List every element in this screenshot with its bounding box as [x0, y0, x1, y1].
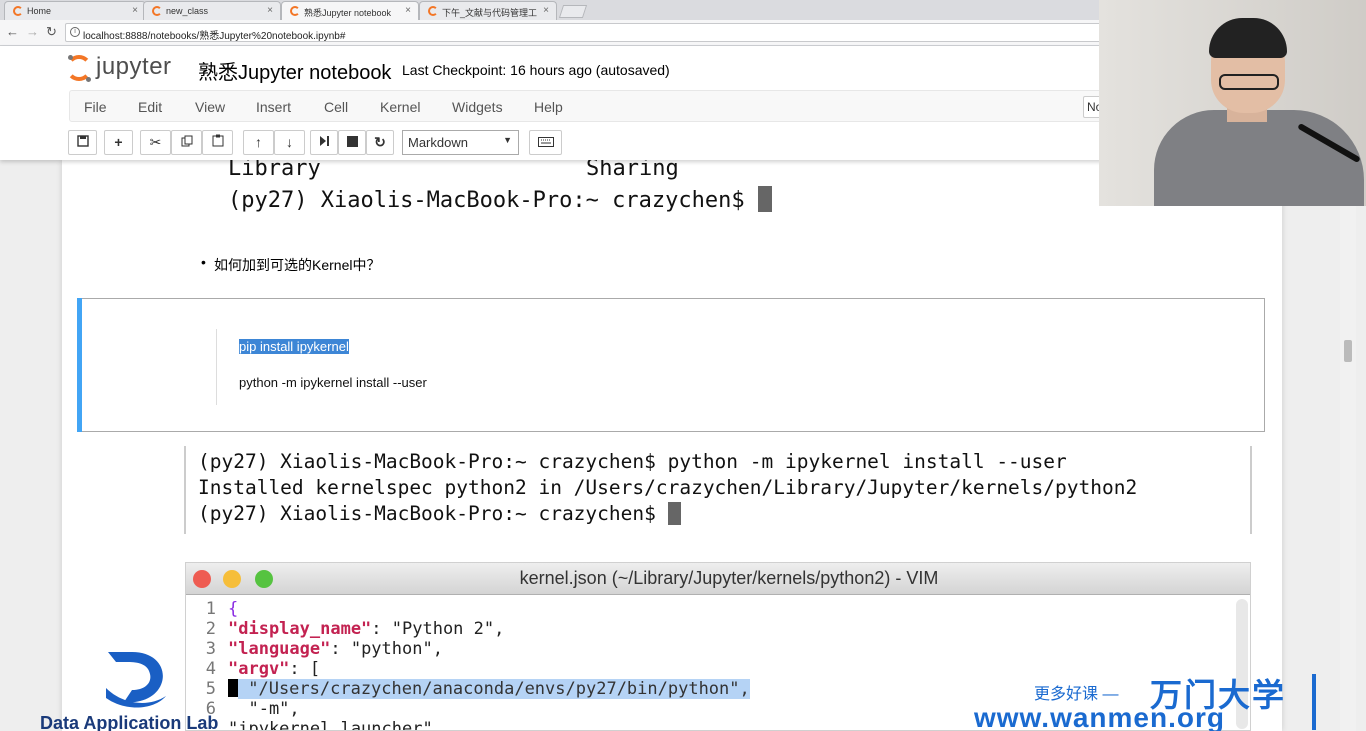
logo-dot: [68, 55, 73, 60]
copy-icon[interactable]: [171, 130, 202, 155]
wanmen-slogan: 更多好课 —: [1034, 686, 1119, 703]
menu-cell[interactable]: Cell: [324, 99, 348, 115]
logo-dot: [86, 77, 91, 82]
vim-window-title: kernel.json (~/Library/Jupyter/kernels/p…: [519, 568, 939, 588]
menu-file[interactable]: File: [84, 99, 107, 115]
plus-icon[interactable]: +: [104, 130, 133, 155]
stop-icon[interactable]: [338, 130, 366, 155]
presenter-torso: [1154, 110, 1364, 206]
tab-literature[interactable]: 下午_文献与代码管理工 ×: [419, 1, 557, 20]
json-key: "display_name": [228, 619, 372, 639]
menu-kernel[interactable]: Kernel: [380, 99, 420, 115]
wanmen-divider: [1312, 674, 1316, 730]
vim-line: 1{: [186, 599, 239, 619]
terminal-line: (py27) Xiaolis-MacBook-Pro:~ crazychen$ …: [198, 450, 1067, 473]
tab-jupyter-notebook[interactable]: 熟悉Jupyter notebook ×: [281, 1, 419, 20]
jupyter-logo[interactable]: jupyter: [66, 53, 186, 83]
cell-type-select[interactable]: Markdown ▼: [402, 130, 519, 155]
vim-titlebar: kernel.json (~/Library/Jupyter/kernels/p…: [186, 563, 1250, 595]
menu-widgets[interactable]: Widgets: [452, 99, 503, 115]
json-value: : "Python 2",: [371, 619, 505, 639]
terminal-prompt: (py27) Xiaolis-MacBook-Pro:~ crazychen$: [198, 502, 656, 525]
vim-line: 5 "/Users/crazychen/anaconda/envs/py27/b…: [186, 679, 750, 699]
markdown-cell-selected[interactable]: pip install ipykernel python -m ipykerne…: [77, 298, 1265, 432]
close-icon[interactable]: ×: [267, 5, 273, 16]
wanmen-url: www.wanmen.org: [974, 702, 1225, 731]
menu-insert[interactable]: Insert: [256, 99, 291, 115]
code-text: "ipykernel_launcher",: [228, 719, 443, 731]
back-arrow-icon[interactable]: ←: [6, 24, 19, 39]
terminal-cursor: [757, 186, 772, 212]
menu-help[interactable]: Help: [534, 99, 563, 115]
caret-down-icon: ▼: [503, 135, 512, 145]
markdown-line-selected[interactable]: pip install ipykernel: [239, 339, 349, 354]
tab-label: 熟悉Jupyter notebook: [304, 8, 392, 18]
tab-home[interactable]: Home ×: [4, 1, 146, 20]
cell-selection-bar: [77, 298, 82, 432]
terminal-screenshot: (py27) Xiaolis-MacBook-Pro:~ crazychen$ …: [184, 446, 1252, 534]
close-icon[interactable]: ×: [405, 5, 411, 16]
menu-bar: File Edit View Insert Cell Kernel Widget…: [69, 90, 1149, 122]
terminal-image-line: (py27) Xiaolis-MacBook-Pro:~ crazychen$: [228, 186, 772, 213]
page-scrollbar[interactable]: [1340, 160, 1356, 731]
close-icon[interactable]: ×: [132, 5, 138, 16]
new-tab-button[interactable]: [558, 5, 588, 18]
run-icon[interactable]: [310, 130, 338, 155]
arrow-down-icon[interactable]: ↓: [274, 130, 305, 155]
wanmen-watermark: 更多好课 — 万门大学 www.wanmen.org: [972, 668, 1322, 731]
webcam-overlay: [1099, 0, 1366, 206]
terminal-prompt: (py27) Xiaolis-MacBook-Pro:~ crazychen$: [228, 188, 745, 213]
dal-logo-text: Data Application Lab: [40, 713, 219, 731]
jupyter-favicon-icon: [152, 6, 162, 16]
scissors-icon[interactable]: ✂: [140, 130, 171, 155]
data-application-lab-logo: Data Application Lab: [40, 648, 250, 731]
vim-line: 2 "display_name": "Python 2",: [186, 619, 505, 639]
menu-view[interactable]: View: [195, 99, 225, 115]
restart-icon[interactable]: ↻: [366, 130, 394, 155]
arrow-up-icon[interactable]: ↑: [243, 130, 274, 155]
jupyter-favicon-icon: [290, 6, 300, 16]
reload-icon[interactable]: ↻: [46, 24, 57, 40]
json-value: : [: [289, 659, 321, 679]
logo-text: jupyter: [96, 53, 172, 80]
code-text: {: [228, 599, 239, 619]
tab-label: new_class: [166, 6, 209, 16]
dal-logo-icon: [106, 652, 166, 708]
notebook-title[interactable]: 熟悉Jupyter notebook: [198, 56, 391, 85]
cell-type-value: Markdown: [408, 135, 468, 150]
forward-arrow-icon[interactable]: →: [26, 24, 39, 39]
cell-editor-edge: [216, 329, 219, 405]
markdown-line[interactable]: python -m ipykernel install --user: [239, 375, 427, 390]
json-value: : "python",: [330, 639, 443, 659]
save-icon[interactable]: [68, 130, 97, 155]
jupyter-favicon-icon: [13, 6, 23, 16]
terminal-line: Installed kernelspec python2 in /Users/c…: [198, 476, 1138, 499]
terminal-cursor: [667, 502, 681, 525]
info-icon[interactable]: i: [70, 27, 80, 37]
menu-edit[interactable]: Edit: [138, 99, 162, 115]
close-icon[interactable]: ×: [543, 5, 549, 16]
jupyter-favicon-icon: [428, 6, 438, 16]
tab-new-class[interactable]: new_class ×: [143, 1, 281, 20]
scrollbar-thumb[interactable]: [1344, 340, 1352, 362]
code-text-highlighted: "/Users/crazychen/anaconda/envs/py27/bin…: [238, 679, 750, 699]
checkpoint-status: Last Checkpoint: 16 hours ago (autosaved…: [402, 62, 670, 78]
line-number: 1: [205, 599, 216, 619]
bullet-text: 如何加到可选的Kernel中？: [214, 257, 381, 273]
line-number: 2: [205, 619, 216, 639]
terminal-line: (py27) Xiaolis-MacBook-Pro:~ crazychen$: [198, 502, 681, 525]
keyboard-icon[interactable]: [529, 130, 562, 155]
list-item: 如何加到可选的Kernel中？: [201, 254, 381, 275]
tab-label: 下午_文献与代码管理工: [442, 8, 538, 18]
presenter-glasses: [1219, 74, 1279, 90]
tab-label: Home: [27, 6, 52, 16]
url-text: localhost:8888/notebooks/熟悉Jupyter%20not…: [83, 31, 346, 42]
url-input[interactable]: i localhost:8888/notebooks/熟悉Jupyter%20n…: [65, 23, 1105, 42]
paste-icon[interactable]: [202, 130, 233, 155]
